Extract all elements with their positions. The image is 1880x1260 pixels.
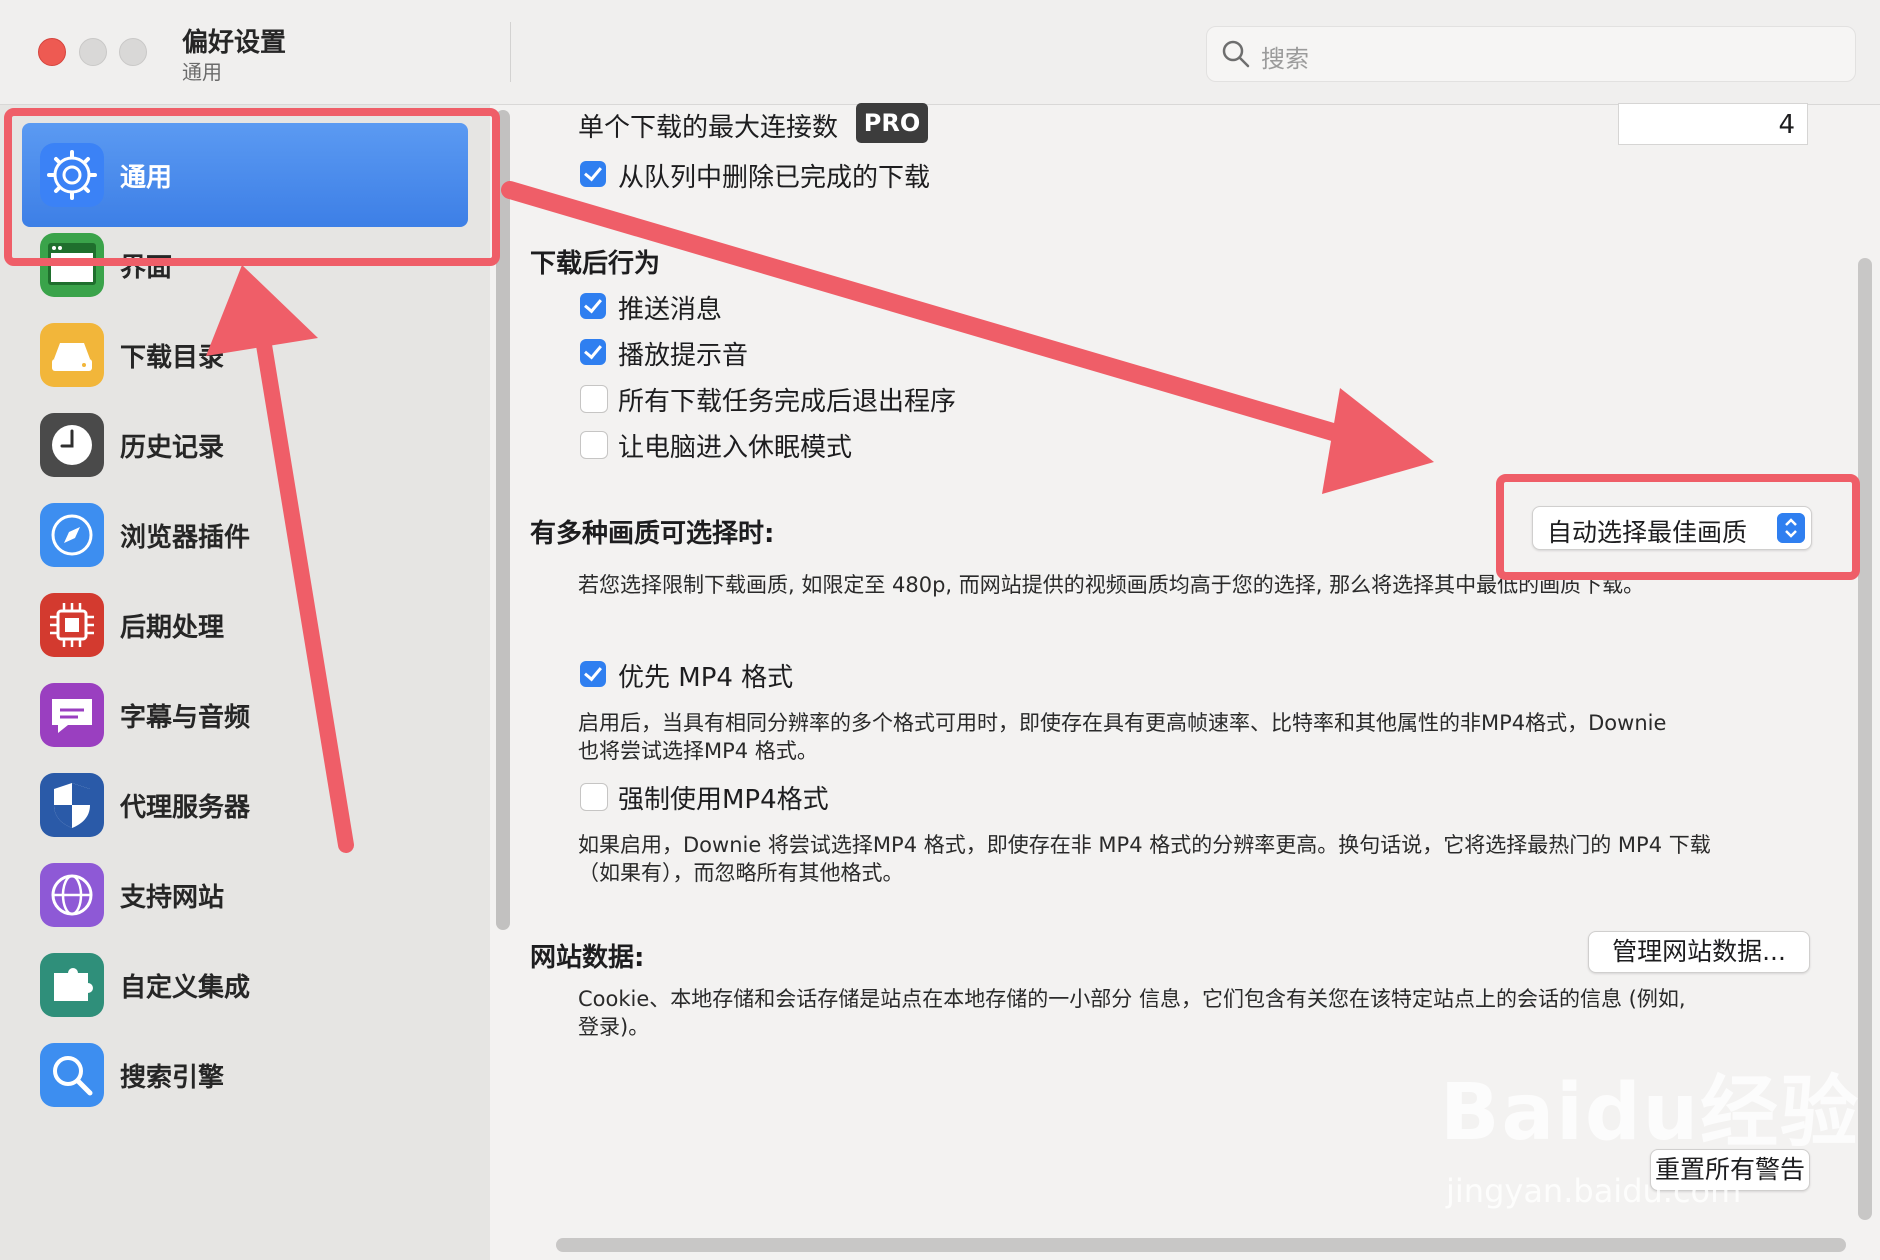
website-data-heading: 网站数据: (530, 943, 645, 973)
sidebar-item-subtitles-audio[interactable]: 字幕与音频 (22, 663, 468, 767)
force-mp4-description-line2: （如果有），而忽略所有其他格式。 (578, 861, 904, 885)
compass-icon (40, 503, 104, 567)
play-sound-label: 播放提示音 (618, 341, 749, 371)
sidebar-item-supported-sites[interactable]: 支持网站 (22, 843, 468, 947)
sidebar-item-history[interactable]: 历史记录 (22, 393, 468, 497)
window-subtitle: 通用 (182, 60, 222, 84)
highlight-box-general (4, 108, 500, 266)
push-notification-label: 推送消息 (618, 295, 723, 325)
sidebar-item-label: 后期处理 (120, 613, 225, 643)
remove-completed-checkbox[interactable] (580, 161, 606, 187)
sidebar-item-label: 支持网站 (120, 883, 225, 913)
chip-icon (40, 593, 104, 657)
close-window-button[interactable] (38, 38, 66, 66)
search-icon (1222, 40, 1250, 68)
force-mp4-description-line1: 如果启用，Downie 将尝试选择MP4 格式，即使存在非 MP4 格式的分辨率… (578, 833, 1711, 857)
quit-after-downloads-checkbox[interactable] (580, 385, 608, 413)
sleep-computer-checkbox[interactable] (580, 431, 608, 459)
minimize-window-button[interactable] (79, 38, 107, 66)
baidu-watermark-logo: Baidu经验 (1440, 1068, 1861, 1158)
prefer-mp4-description-line1: 启用后，当具有相同分辨率的多个格式可用时，即使存在具有更高帧速率、比特率和其他属… (578, 711, 1667, 735)
sidebar-item-label: 下载目录 (120, 343, 225, 373)
globe-icon (40, 863, 104, 927)
remove-completed-label: 从队列中删除已完成的下载 (618, 163, 931, 193)
chat-icon (40, 683, 104, 747)
push-notification-checkbox[interactable] (580, 293, 606, 319)
window-title: 偏好设置 (182, 28, 287, 58)
website-data-description-line1: Cookie、本地存储和会话存储是站点在本地存储的一小部分 信息，它们包含有关您… (578, 987, 1686, 1011)
sidebar-item-download-folder[interactable]: 下载目录 (22, 303, 468, 407)
quality-heading: 有多种画质可选择时: (530, 519, 775, 549)
sidebar: 通用 界面 下载目录 历史记录 浏览器插件 后期处理 字幕与音频 代理服务器 支… (0, 105, 490, 1260)
pro-badge: PRO (856, 103, 928, 143)
sleep-computer-label: 让电脑进入休眠模式 (618, 433, 853, 463)
zoom-window-button[interactable] (119, 38, 147, 66)
sidebar-item-label: 自定义集成 (120, 973, 251, 1003)
preferences-window: 偏好设置 通用 搜索 通用 界面 下载目录 历史记录 浏览器插件 后期处理 字幕… (0, 0, 1880, 1260)
sidebar-item-proxy[interactable]: 代理服务器 (22, 753, 468, 857)
play-sound-checkbox[interactable] (580, 339, 606, 365)
sidebar-item-label: 字幕与音频 (120, 703, 251, 733)
puzzle-icon (40, 953, 104, 1017)
website-data-description-line2: 登录)。 (578, 1015, 650, 1039)
force-mp4-label: 强制使用MP4格式 (618, 785, 829, 815)
max-connections-field[interactable]: 4 (1618, 103, 1808, 145)
after-download-heading: 下载后行为 (530, 249, 661, 279)
sidebar-item-label: 搜索引擎 (120, 1063, 225, 1093)
manage-website-data-button[interactable]: 管理网站数据... (1588, 931, 1810, 973)
title-bar: 偏好设置 通用 搜索 (0, 0, 1880, 105)
prefer-mp4-checkbox[interactable] (580, 661, 606, 687)
search-placeholder: 搜索 (1261, 45, 1309, 73)
sidebar-item-label: 代理服务器 (120, 793, 251, 823)
force-mp4-checkbox[interactable] (580, 783, 608, 811)
highlight-box-quality (1496, 474, 1860, 580)
drive-icon (40, 323, 104, 387)
search-field[interactable]: 搜索 (1206, 26, 1856, 82)
toolbar-divider (510, 22, 511, 82)
sidebar-item-search-engines[interactable]: 搜索引擎 (22, 1023, 468, 1127)
sidebar-item-custom-integration[interactable]: 自定义集成 (22, 933, 468, 1037)
quit-after-downloads-label: 所有下载任务完成后退出程序 (618, 387, 957, 417)
search-icon (40, 1043, 104, 1107)
sidebar-item-browser-extensions[interactable]: 浏览器插件 (22, 483, 468, 587)
prefer-mp4-description: 启用后，当具有相同分辨率的多个格式可用时，即使存在具有更高帧速率、比特率和其他属… (578, 709, 1838, 765)
sidebar-item-label: 浏览器插件 (120, 523, 251, 553)
prefer-mp4-description-line2: 也将尝试选择MP4 格式。 (578, 739, 818, 763)
website-data-description: Cookie、本地存储和会话存储是站点在本地存储的一小部分 信息，它们包含有关您… (578, 985, 1838, 1041)
sidebar-item-label: 历史记录 (120, 433, 225, 463)
content-horizontal-scrollbar[interactable] (556, 1238, 1846, 1252)
force-mp4-description: 如果启用，Downie 将尝试选择MP4 格式，即使存在非 MP4 格式的分辨率… (578, 831, 1838, 887)
shield-icon (40, 773, 104, 837)
baidu-watermark-url: jingyan.baidu.com (1446, 1172, 1742, 1210)
max-connections-label: 单个下载的最大连接数 (578, 113, 839, 143)
prefer-mp4-label: 优先 MP4 格式 (618, 663, 794, 693)
clock-icon (40, 413, 104, 477)
sidebar-item-post-processing[interactable]: 后期处理 (22, 573, 468, 677)
